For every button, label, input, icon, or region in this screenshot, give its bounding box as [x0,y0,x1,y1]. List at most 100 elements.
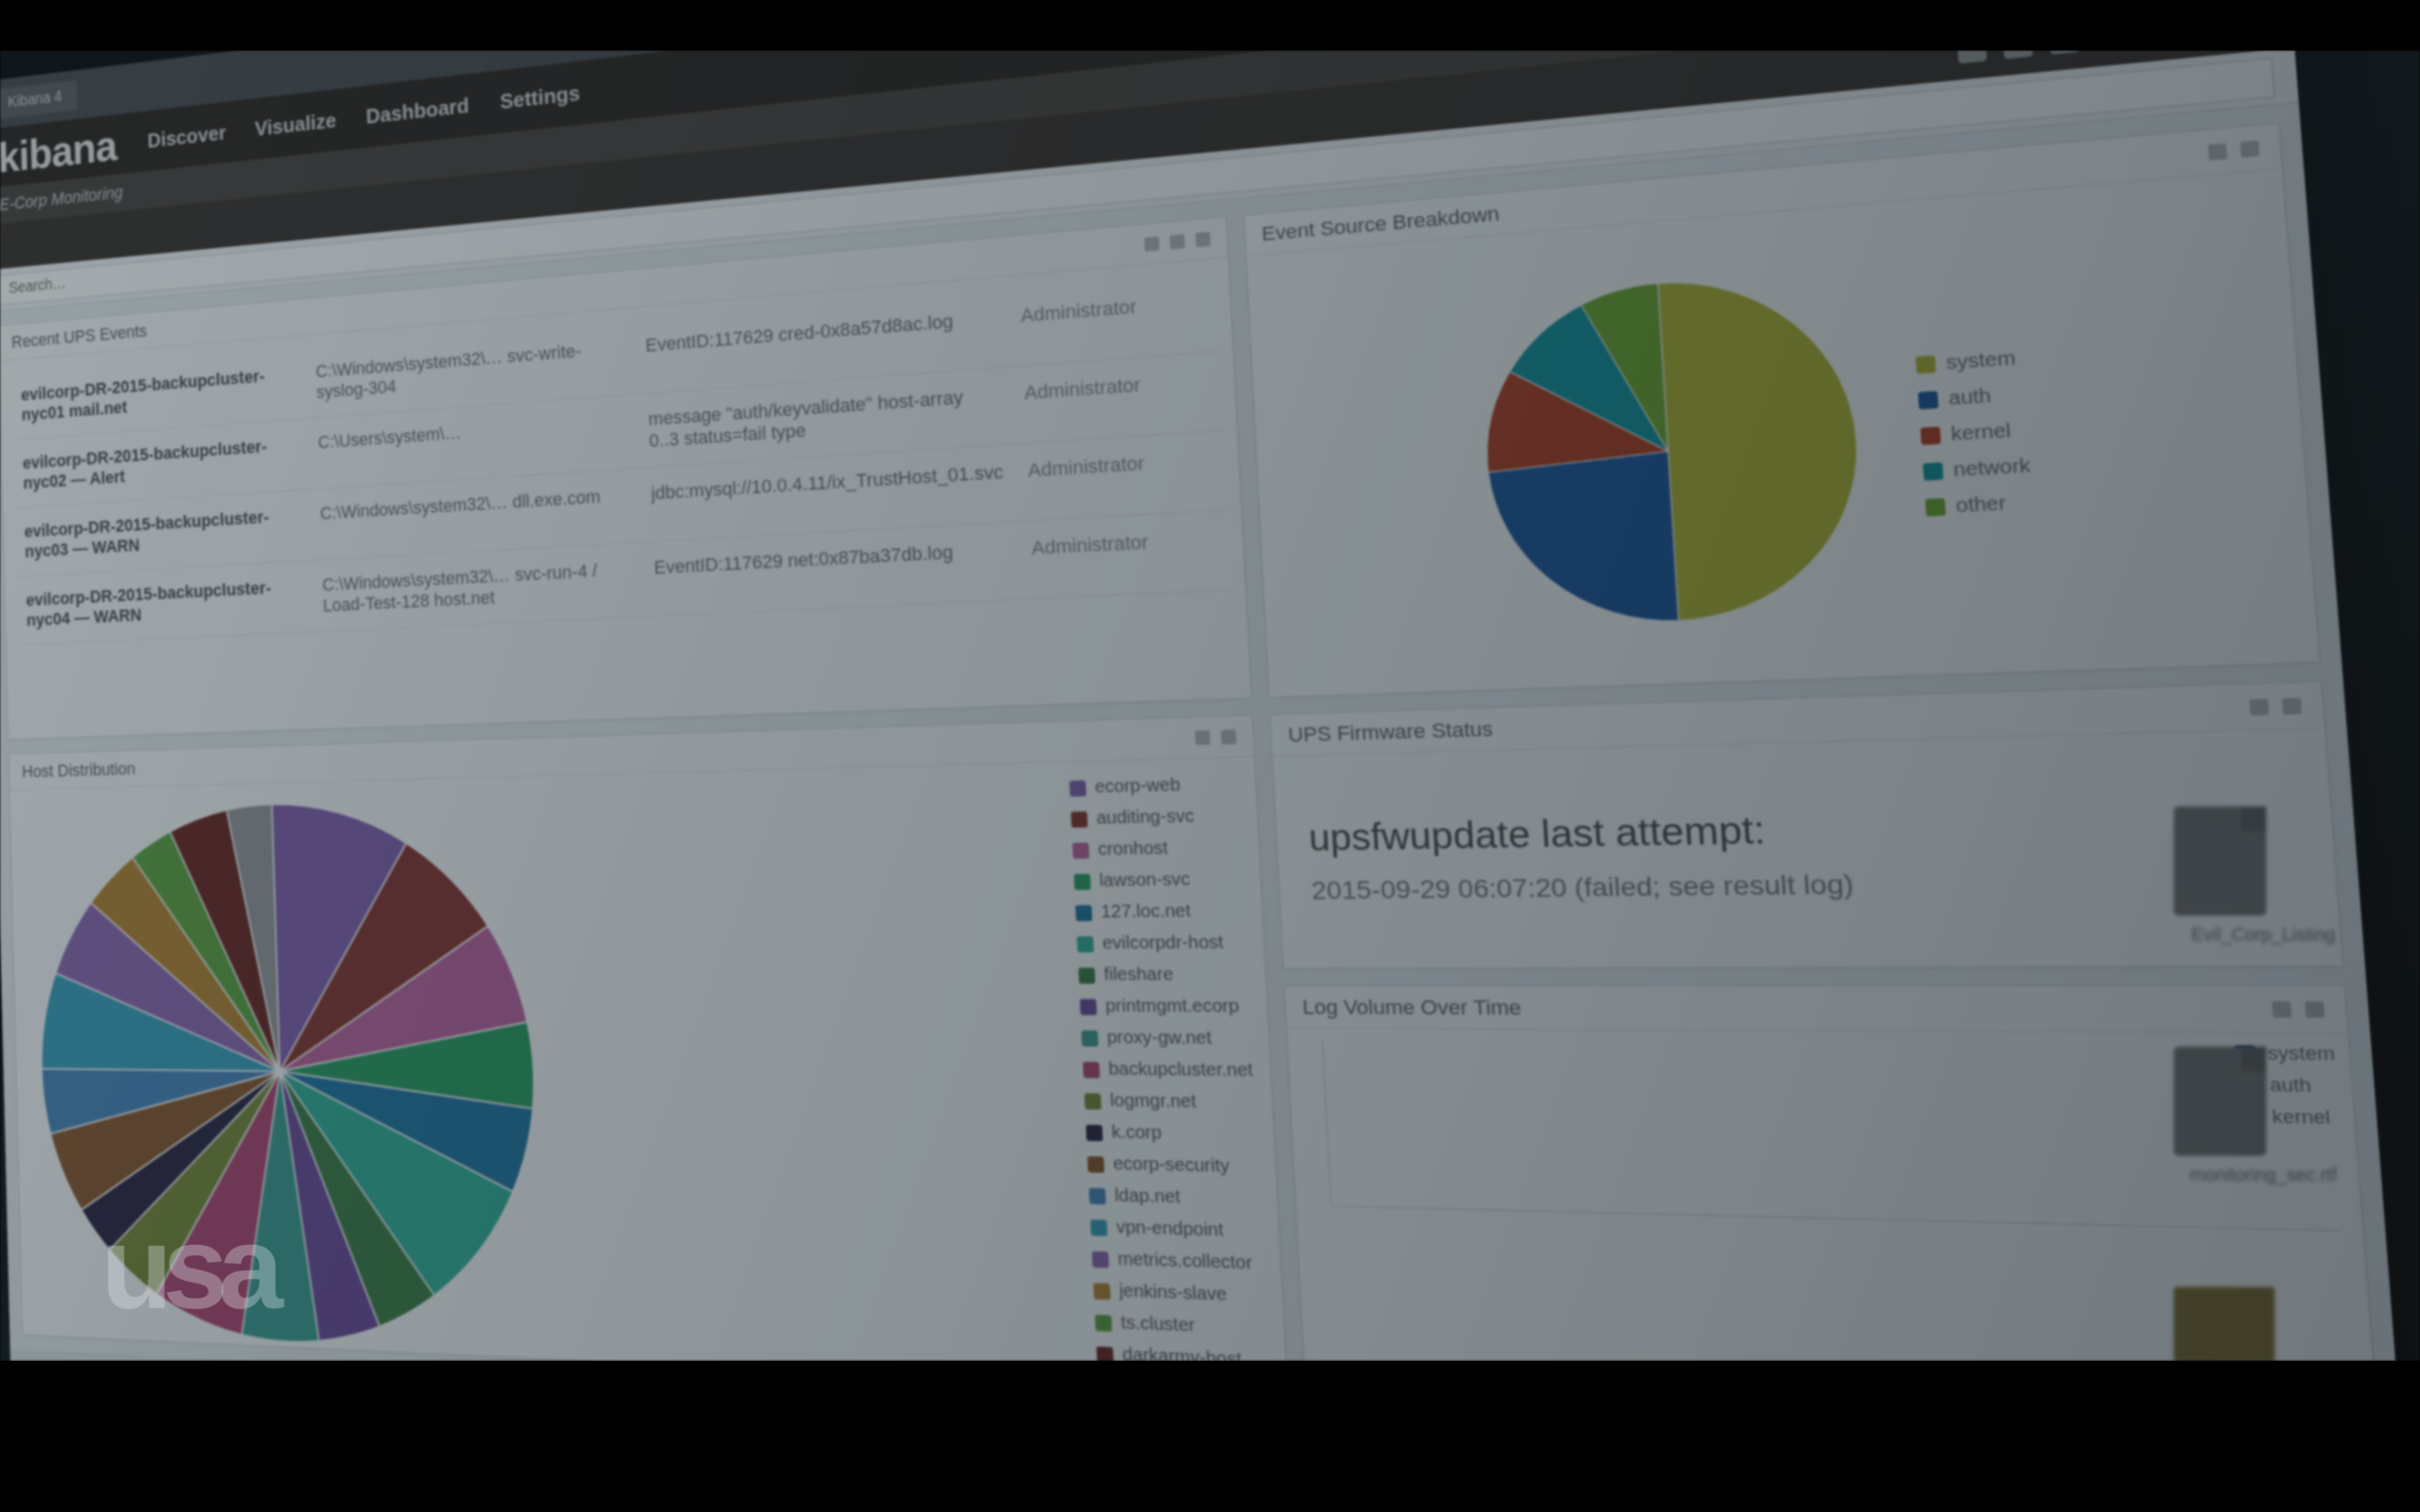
bar-segment [1819,1217,1882,1219]
table-cell: Administrator [1011,352,1222,444]
legend-label: system [1945,348,2016,375]
legend-item[interactable]: ldap.net [1089,1185,1260,1210]
legend-item[interactable]: printmgmt.ecorp [1080,996,1250,1017]
legend-item[interactable]: jenkins-slave [1093,1280,1265,1307]
legend-label: proxy-gw.net [1107,1028,1213,1049]
legend-label: evilcorpdr-host [1102,932,1223,953]
legend-item[interactable]: evilcorpdr-host [1076,932,1247,954]
legend-item[interactable]: ecorp-security [1087,1153,1259,1178]
panel-control-icon[interactable] [2240,140,2260,158]
panel-control-icon[interactable] [2249,698,2270,715]
panel-control-icon[interactable] [1195,232,1210,247]
legend-swatch-icon [1095,1315,1113,1331]
legend-item[interactable]: metrics.collector [1092,1248,1263,1274]
kibana-logo: kibana [0,119,117,182]
bar-segment [1497,1210,1555,1211]
pie-legend: ecorp-web auditing-svc cronhost lawson-svc 1… [1069,774,1270,1361]
bar-column[interactable] [1575,1211,1634,1213]
bar-segment [1904,1220,1968,1221]
legend-swatch-icon [1090,1219,1107,1236]
legend-item[interactable]: fileshare [1078,964,1249,985]
panel-control-icon[interactable] [1144,236,1159,251]
bar-column[interactable] [1819,1217,1882,1219]
legend-swatch-icon [1920,427,1941,445]
status-headline: upsfwupdate last attempt: [1307,799,2292,859]
legend-item[interactable]: logmgr.net [1084,1090,1255,1114]
legend-swatch-icon [1071,811,1087,827]
legend-item[interactable]: kernel [1920,419,2029,448]
bar-segment [1419,1208,1476,1210]
bar-column[interactable] [1904,1220,1968,1221]
panel-title: Recent UPS Events [11,320,147,352]
legend-item[interactable]: darkarmy-host [1097,1344,1269,1361]
bar-segment [2078,1224,2144,1226]
legend-swatch-icon [1093,1283,1111,1299]
pie-slice[interactable] [1487,451,1678,627]
bar-segment [1737,1215,1798,1217]
bar-segment [1819,1217,1882,1219]
bar-segment [1419,1208,1476,1210]
legend-item[interactable]: 127.loc.net [1075,900,1244,922]
pie-slice[interactable] [1658,269,1868,621]
legend-swatch-icon [1076,936,1093,952]
legend-item[interactable]: system [1915,347,2023,376]
legend-item[interactable]: lawson-svc [1074,869,1244,892]
panel-control-icon[interactable] [1169,234,1184,249]
bar-column[interactable] [2078,1224,2144,1226]
legend-item[interactable]: other [1925,491,2034,519]
nav-dashboard[interactable]: Dashboard [366,92,469,129]
legend-item[interactable]: auditing-svc [1071,806,1240,830]
desktop-file[interactable]: Evil_Corp_Listing [2174,806,2353,946]
bar-column[interactable] [1343,1205,1399,1207]
legend-item[interactable]: backupcluster.net [1082,1059,1253,1082]
legend-label: cronhost [1097,838,1169,860]
legend-label: lawson-svc [1099,869,1191,891]
bar-segment [1655,1214,1716,1215]
network-watermark: usa [101,1200,273,1336]
browser-tab[interactable]: Kibana 4 [0,80,77,119]
panel-events: Recent UPS Events evilcorp-DR-2015-backu… [0,216,1251,739]
bar-column[interactable] [1419,1208,1476,1210]
bar-column[interactable] [1497,1210,1555,1211]
action-icon[interactable] [1957,50,1987,64]
desktop-file[interactable]: monitoring_sec.rtf [2174,1047,2353,1186]
bar-segment [1497,1210,1555,1211]
panel-control-icon[interactable] [2282,697,2302,714]
bar-segment [1990,1221,2054,1223]
nav-settings[interactable]: Settings [499,80,580,113]
legend-item[interactable]: cronhost [1072,837,1242,861]
bar-segment [2078,1224,2144,1226]
bar-column[interactable] [1737,1215,1798,1217]
legend-label: k.corp [1111,1122,1162,1144]
legend-item[interactable]: proxy-gw.net [1081,1027,1252,1049]
legend-swatch-icon [1072,843,1089,858]
legend-label: darkarmy-host [1122,1345,1242,1361]
bar-column[interactable] [1655,1214,1716,1215]
legend-label: ts.cluster [1120,1313,1195,1336]
legend-swatch-icon [1082,1062,1099,1078]
desktop-folder[interactable] [2174,1287,2353,1361]
legend-item[interactable]: vpn-endpoint [1090,1217,1261,1243]
nav-visualize[interactable]: Visualize [255,108,337,141]
status-detail: 2015-09-29 06:07:20 (failed; see result … [1311,863,2296,905]
panel-control-icon[interactable] [1194,730,1210,745]
bar-column[interactable] [1990,1221,2054,1223]
bar-segment [1904,1220,1968,1221]
legend-item[interactable]: network [1923,455,2032,484]
legend-label: kernel [1950,420,2012,446]
legend-item[interactable]: ecorp-web [1069,774,1239,798]
nav-discover[interactable]: Discover [147,120,226,153]
legend-label: printmgmt.ecorp [1105,996,1239,1017]
legend-swatch-icon [1076,905,1092,921]
legend-label: ecorp-security [1113,1154,1230,1178]
legend-item[interactable]: ts.cluster [1095,1312,1267,1340]
panel-control-icon[interactable] [1220,729,1236,744]
legend-item[interactable]: k.corp [1086,1122,1257,1146]
bar-segment [1819,1217,1882,1219]
legend-swatch-icon [1074,874,1091,890]
action-icon[interactable] [2049,50,2079,55]
action-icon[interactable] [2002,50,2033,60]
bar-segment [1343,1205,1399,1207]
legend-item[interactable]: auth [1918,383,2026,412]
panel-control-icon[interactable] [2207,143,2227,160]
